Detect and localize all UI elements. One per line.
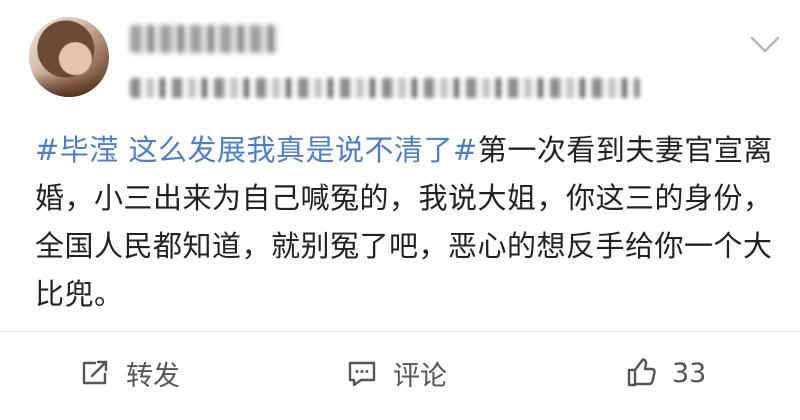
like-count: 33 <box>672 357 707 389</box>
post-content: #毕滢 这么发展我真是说不清了#第一次看到夫妻官宣离婚，小三出来为自己喊冤的，我… <box>35 126 775 318</box>
blurred-username <box>130 25 280 53</box>
weibo-post-card: #毕滢 这么发展我真是说不清了#第一次看到夫妻官宣离婚，小三出来为自己喊冤的，我… <box>0 0 800 420</box>
avatar[interactable] <box>29 17 109 97</box>
comment-button[interactable]: 评论 <box>345 345 447 401</box>
divider <box>0 331 800 332</box>
blurred-post-meta <box>130 78 640 98</box>
repost-label: 转发 <box>126 360 180 392</box>
comment-icon <box>348 361 376 387</box>
repost-icon <box>82 360 108 385</box>
chevron-down-icon[interactable] <box>748 30 782 58</box>
like-icon <box>627 358 656 387</box>
topic-link[interactable]: #毕滢 这么发展我真是说不清了# <box>35 133 478 167</box>
like-button[interactable]: 33 <box>624 345 706 401</box>
repost-button[interactable]: 转发 <box>78 345 180 401</box>
comment-label: 评论 <box>393 360 447 392</box>
